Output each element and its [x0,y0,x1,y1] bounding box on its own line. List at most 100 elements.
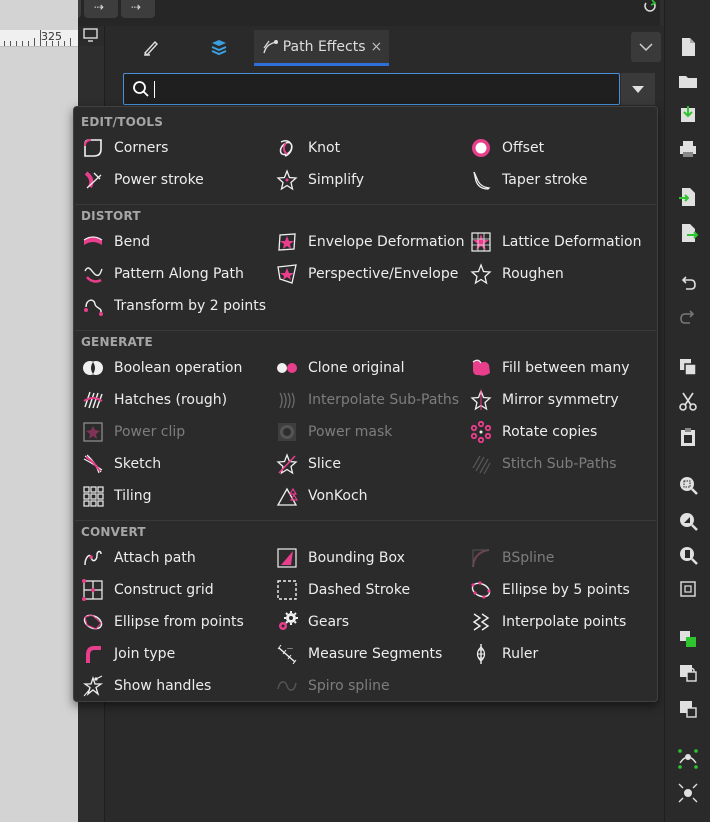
tab-path-effects[interactable]: Path Effects × [254,30,389,66]
cut-icon[interactable] [677,390,699,412]
refresh-icon[interactable] [642,0,660,14]
effect-item[interactable]: — Measure Segments [276,640,442,668]
toolbar-align-button-4[interactable]: ⇢ [121,0,155,18]
zoom-drawing-icon[interactable] [677,510,699,532]
text-cursor [154,81,155,98]
effect-item[interactable]: Dashed Stroke [276,576,410,604]
effect-item[interactable]: Perspective/Envelope [276,260,458,288]
effect-item[interactable]: Offset [470,134,544,162]
effect-item[interactable]: Hatches (rough) [82,386,227,414]
import-icon[interactable] [677,186,699,208]
effect-item[interactable]: Simplify [276,166,364,194]
node-tool-icon[interactable] [677,748,699,770]
tab-fill-stroke[interactable] [116,30,186,64]
knot-icon [279,140,293,157]
slice-icon [276,453,298,475]
effect-item[interactable]: VonKoch [276,482,368,510]
effect-item[interactable]: Mirror symmetry [470,386,619,414]
effect-item[interactable]: Taper stroke [470,166,588,194]
group-icon[interactable] [677,628,699,650]
lattice-deformation-icon [471,232,491,252]
duplicate-icon[interactable] [677,356,699,378]
clone-original-icon [277,363,297,373]
paste-icon[interactable] [677,426,699,448]
effect-label: Sketch [114,456,162,472]
effect-label: VonKoch [308,488,368,504]
monitor-icon [83,28,98,42]
effect-label: Roughen [502,266,564,282]
effect-item[interactable]: Power mask [276,418,392,446]
dock-menu-button[interactable] [631,32,661,62]
effect-item[interactable]: Envelope Deformation [276,228,464,256]
effect-item[interactable]: Bounding Box [276,544,405,572]
search-input[interactable] [154,78,613,102]
effect-item[interactable]: Pattern Along Path [82,260,244,288]
toolbar-align-button-3[interactable]: ⇢ [84,0,118,18]
effect-item[interactable]: Attach path [82,544,196,572]
effect-item[interactable]: Rotate copies [470,418,597,446]
construct-grid-icon [82,579,103,601]
effect-item[interactable]: Bend [82,228,150,256]
tab-label: Path Effects [282,38,366,55]
effect-label: Dashed Stroke [308,582,411,598]
effect-item[interactable]: Power stroke [82,166,204,194]
zoom-selection-icon[interactable] [677,474,699,496]
effect-label: Ellipse from points [114,614,244,630]
effect-item[interactable]: Stitch Sub-Paths [470,450,617,478]
effect-item[interactable]: Power clip [82,418,185,446]
effect-item[interactable]: Join type [82,640,175,668]
effect-item[interactable]: Spiro spline [276,672,390,700]
effect-item[interactable]: Ellipse by 5 points [470,576,630,604]
effect-item[interactable]: Clone original [276,354,405,382]
unlock-icon[interactable] [677,698,699,720]
effect-item[interactable]: Interpolate points [470,608,626,636]
effect-item[interactable]: Sketch [82,450,161,478]
effect-item[interactable]: Knot [276,134,340,162]
effect-item[interactable]: Boolean operation [82,354,242,382]
sketch-icon [83,454,103,474]
close-icon[interactable]: × [371,39,383,55]
effect-item[interactable]: Transform by 2 points [82,292,266,320]
effect-label: Attach path [114,550,196,566]
search-box[interactable] [123,73,620,105]
horizontal-ruler[interactable]: 325 [0,30,78,47]
effect-item[interactable]: Interpolate Sub-Paths [276,386,459,414]
mirror-symmetry-icon [470,389,492,411]
redo-icon[interactable] [677,306,699,328]
effect-item[interactable]: Tiling [82,482,152,510]
new-document-icon[interactable] [677,36,699,58]
effect-item[interactable]: Construct grid [82,576,214,604]
effect-label: Fill between many [502,360,630,376]
canvas-area[interactable] [0,0,78,822]
effect-item[interactable]: Show handles [82,672,211,700]
effect-item[interactable]: Fill between many [470,354,630,382]
effect-item[interactable]: Ruler [470,640,538,668]
open-folder-icon[interactable] [677,70,699,92]
dashed-stroke-icon [277,580,297,600]
export-icon[interactable] [677,222,699,244]
effect-item[interactable]: Ellipse from points [82,608,244,636]
undo-icon[interactable] [677,272,699,294]
effect-label: Stitch Sub-Paths [502,456,617,472]
lock-icon[interactable] [677,662,699,684]
zoom-fit-icon[interactable] [677,578,699,600]
dock-tab-bar: Path Effects × [116,30,660,66]
tab-layers[interactable] [186,30,252,64]
pen-icon [144,40,158,57]
effect-item[interactable]: BSpline [470,544,554,572]
snap-icon[interactable] [677,782,699,804]
effect-label: Ruler [502,646,539,662]
display-mode-button[interactable] [78,26,104,46]
top-toolbar-strip: ⇢ ⇢ ⇢ ⇢ [0,0,660,26]
save-icon[interactable] [677,104,699,126]
effect-item[interactable]: Roughen [470,260,564,288]
zoom-page-icon[interactable] [677,544,699,566]
print-icon[interactable] [677,138,699,160]
effect-item[interactable]: Gears [276,608,349,636]
search-dropdown-button[interactable] [621,73,655,105]
effect-item[interactable]: Lattice Deformation [470,228,641,256]
effect-item[interactable]: Corners [82,134,168,162]
effect-item[interactable]: Slice [276,450,341,478]
commands-toolbar [664,0,710,822]
ruler-icon [476,644,486,664]
